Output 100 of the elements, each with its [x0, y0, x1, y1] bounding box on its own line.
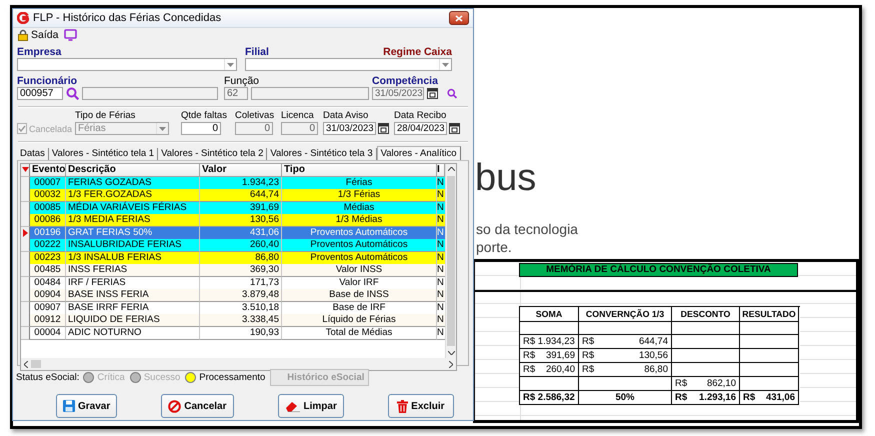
- table-cell: 00032: [30, 189, 66, 202]
- table-row[interactable]: 00907 BASE IRRF FERIA 3.510,18 Base de IRF N: [21, 302, 445, 314]
- save-button[interactable]: Gravar: [56, 394, 118, 418]
- role-name-field[interactable]: [251, 87, 369, 100]
- row-indicator[interactable]: [21, 164, 30, 176]
- calendar-icon[interactable]: [427, 88, 438, 99]
- table-row[interactable]: 00912 LIQUIDO DE FERIAS 3.338,45 Líquido de Férias N: [21, 314, 445, 326]
- table-cell: R$ 2.586,32: [520, 391, 579, 405]
- table-cell: R$ 86,80: [579, 363, 672, 377]
- horizontal-scrollbar[interactable]: [21, 358, 456, 370]
- table-cell: IRF / FERIAS: [66, 276, 200, 290]
- date-field[interactable]: 28/04/2023: [394, 122, 447, 135]
- row-indicator[interactable]: [21, 239, 30, 252]
- table-cell: FERIAS GOZADAS: [66, 176, 200, 190]
- search-icon[interactable]: [66, 87, 79, 100]
- table-row[interactable]: 00196 GRAT FERIAS 50% 431,06 Proventos Automáticos N: [21, 226, 445, 239]
- empty-cell: [672, 349, 740, 363]
- scroll-left-icon[interactable]: [24, 360, 28, 368]
- logo-icon: [17, 12, 29, 24]
- monitor-icon[interactable]: [64, 29, 78, 41]
- table-cell: 00904: [30, 289, 66, 302]
- tab[interactable]: Valores - Analítico: [376, 146, 460, 160]
- field-label: Função: [224, 75, 260, 87]
- scroll-up-icon[interactable]: [448, 167, 454, 171]
- cancel-button[interactable]: Cancelar: [161, 394, 234, 418]
- table-cell: LIQUIDO DE FERIAS: [66, 314, 200, 327]
- column-header: DESCONTO: [672, 307, 740, 322]
- role-field[interactable]: 62: [224, 87, 248, 100]
- table-cell: N: [437, 189, 445, 202]
- calendar-icon[interactable]: [378, 123, 389, 134]
- row-indicator[interactable]: [21, 214, 30, 227]
- table-row[interactable]: 00485 INSS FERIAS 369,30 Valor INSS N: [21, 264, 445, 276]
- row-indicator[interactable]: [21, 226, 30, 240]
- company-dropdown[interactable]: [17, 58, 237, 71]
- row-indicator[interactable]: [21, 289, 30, 302]
- row-indicator[interactable]: [21, 314, 30, 327]
- row-indicator[interactable]: [21, 276, 30, 290]
- table-row[interactable]: 00004 ADIC NOTURNO 190,93 Total de Médias N: [21, 326, 445, 339]
- sort-arrow-icon[interactable]: [22, 167, 28, 172]
- row-indicator[interactable]: [21, 302, 30, 314]
- exit-button[interactable]: Saída: [18, 29, 58, 41]
- row-indicator[interactable]: [21, 252, 30, 264]
- scroll-thumb[interactable]: [447, 176, 455, 346]
- number-field[interactable]: 0: [181, 122, 221, 135]
- table-cell: R$ 644,74: [579, 335, 672, 349]
- employee-name-field[interactable]: [82, 87, 218, 100]
- table-cell: 1/3 Férias: [282, 189, 437, 202]
- dropdown-arrow-icon[interactable]: [227, 62, 234, 66]
- table-row[interactable]: 00222 INSALUBRIDADE FERIAS 260,40 Proventos Automáticos N: [21, 239, 445, 252]
- column-header[interactable]: Descrição: [66, 164, 200, 176]
- branch-dropdown[interactable]: [245, 58, 452, 71]
- field-label: Data Recibo: [394, 110, 448, 122]
- row-indicator[interactable]: [21, 326, 30, 340]
- close-button[interactable]: [449, 11, 469, 25]
- tab[interactable]: Datas: [17, 148, 49, 160]
- table-cell: R$ 1.293,16: [672, 391, 740, 405]
- table-cell: N: [437, 264, 445, 277]
- table-cell: N: [437, 214, 445, 227]
- table-cell: 00086: [30, 214, 66, 227]
- row-indicator[interactable]: [21, 202, 30, 214]
- table-row[interactable]: 00223 1/3 INSALUB FERIAS 86,80 Proventos Automáticos N: [21, 252, 445, 264]
- scroll-right-icon[interactable]: [449, 360, 453, 368]
- column-header[interactable]: Evento: [30, 164, 66, 176]
- table-cell: 00004: [30, 326, 66, 340]
- delete-button[interactable]: Excluir: [388, 394, 454, 418]
- clear-button[interactable]: Limpar: [278, 394, 344, 418]
- status-radio[interactable]: Processamento: [185, 372, 266, 383]
- tab[interactable]: Valores - Sintético tela 1: [48, 148, 158, 160]
- date-field[interactable]: 31/03/2023: [323, 122, 376, 135]
- row-indicator[interactable]: [21, 176, 30, 190]
- row-indicator[interactable]: [21, 189, 30, 202]
- column-header[interactable]: I: [437, 164, 445, 176]
- table-row[interactable]: 00484 IRF / FERIAS 171,73 Valor IRF N: [21, 276, 445, 289]
- table-row[interactable]: 00007 FERIAS GOZADAS 1.934,23 Férias N: [21, 176, 445, 189]
- table-row[interactable]: 00086 1/3 MEDIA FERIAS 130,56 1/3 Médias N: [21, 214, 445, 226]
- lock-icon[interactable]: [18, 29, 28, 41]
- calendar-icon[interactable]: [449, 123, 460, 134]
- page-text: porte.: [476, 238, 513, 256]
- column-header[interactable]: Valor: [200, 164, 282, 176]
- scroll-down-icon[interactable]: [448, 351, 454, 355]
- table-row[interactable]: 00085 MÉDIA VARIÁVEIS FÉRIAS 391,69 Médias N: [21, 202, 445, 214]
- table-row[interactable]: 00904 BASE INSS FERIA 3.879,48 Base de INSS N: [21, 289, 445, 302]
- search-icon[interactable]: [447, 87, 457, 100]
- row-indicator[interactable]: [21, 264, 30, 277]
- table-cell: R$ 260,40: [520, 363, 579, 377]
- table-cell: 130,56: [200, 214, 282, 227]
- employee-field[interactable]: 000957: [17, 87, 63, 100]
- table-cell: Proventos Automáticos: [282, 239, 437, 252]
- table-cell: N: [437, 239, 445, 252]
- field-label: Funcionário: [17, 75, 78, 87]
- field-label: Empresa: [17, 46, 62, 58]
- vertical-scrollbar[interactable]: [445, 164, 456, 358]
- tab[interactable]: Valores - Sintético tela 2: [158, 148, 268, 160]
- table-cell: 190,93: [200, 326, 282, 340]
- field-label: Competência: [372, 75, 439, 87]
- table-cell: GRAT FERIAS 50%: [66, 226, 200, 240]
- column-header[interactable]: Tipo: [282, 164, 437, 176]
- scroll-thumb[interactable]: [31, 360, 41, 368]
- table-row[interactable]: 00032 1/3 FER.GOZADAS 644,74 1/3 Férias N: [21, 189, 445, 202]
- dropdown-arrow-icon[interactable]: [442, 62, 449, 66]
